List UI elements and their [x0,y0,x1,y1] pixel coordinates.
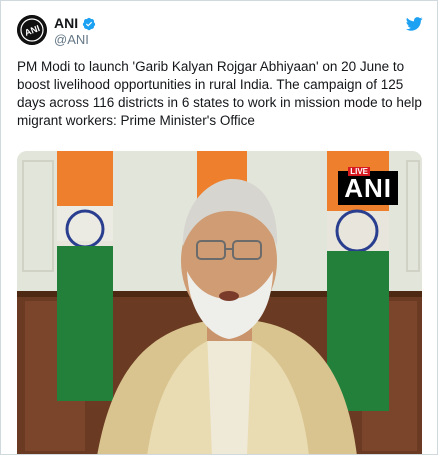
ani-live-watermark: LIVE ANI [338,167,398,205]
display-name-row[interactable]: ANI [54,15,96,32]
ani-logo: ANI [338,171,398,205]
live-label: LIVE [348,167,370,176]
twitter-bird-icon[interactable] [406,17,423,31]
tweet-text: PM Modi to launch 'Garib Kalyan Rojgar A… [17,59,422,128]
ani-avatar-logo: ANI [17,15,47,45]
tweet-card: ANI ANI @ANI PM Modi to launch 'Garib Ka… [0,0,438,455]
flag-left [57,151,113,401]
tweet-header: ANI ANI @ANI [17,15,423,49]
verified-badge-icon [82,17,96,30]
display-name[interactable]: ANI [54,15,78,32]
handle[interactable]: @ANI [54,32,96,48]
tweet-media-image[interactable]: LIVE ANI [17,151,422,454]
avatar[interactable]: ANI [17,15,47,45]
author-names[interactable]: ANI @ANI [54,15,96,48]
